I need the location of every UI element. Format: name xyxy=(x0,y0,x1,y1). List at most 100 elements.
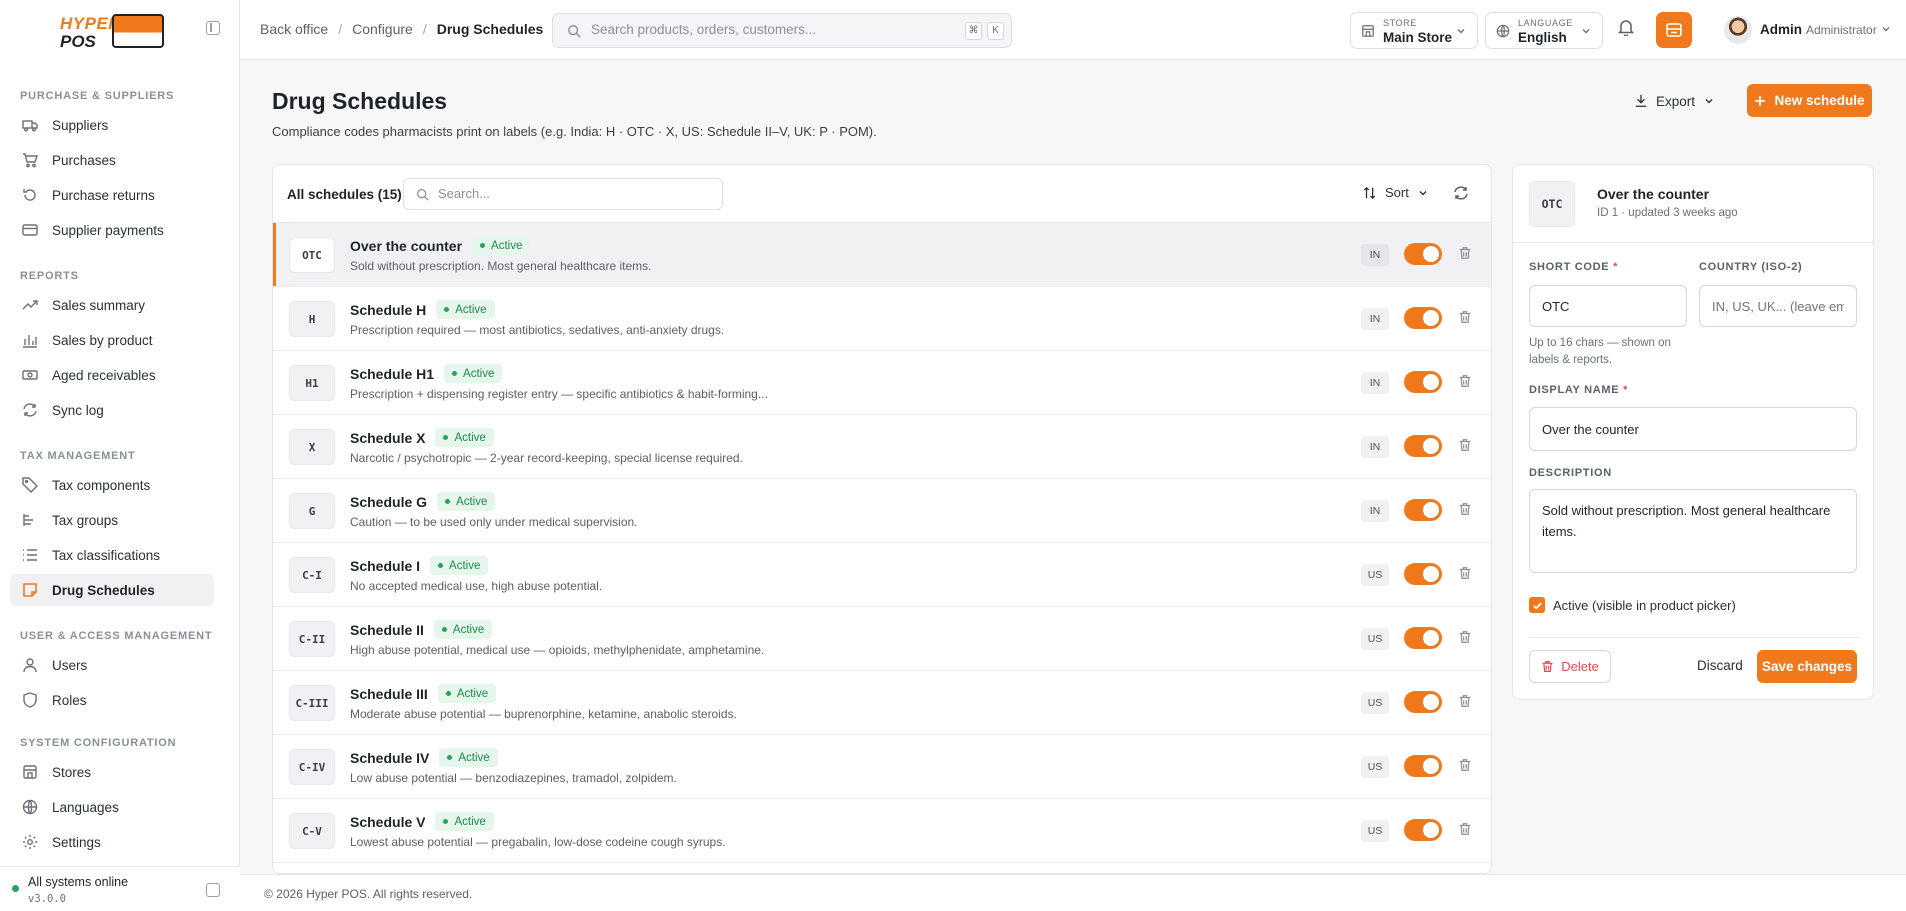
sidebar-item-sales-by-product[interactable]: Sales by product xyxy=(10,324,214,356)
user-name[interactable]: Admin xyxy=(1760,22,1802,37)
breadcrumb-back-office[interactable]: Back office xyxy=(260,21,328,37)
sidebar-item-aged-receivables[interactable]: Aged receivables xyxy=(10,359,214,391)
avatar[interactable] xyxy=(1724,16,1752,44)
brand-logo[interactable]: HYPER POS xyxy=(60,10,166,51)
trash-icon[interactable] xyxy=(1458,502,1472,516)
delete-button[interactable]: Delete xyxy=(1529,650,1611,683)
active-toggle[interactable] xyxy=(1404,691,1442,713)
country-chip: US xyxy=(1361,628,1389,650)
schedule-name-line: Schedule V Active xyxy=(350,812,494,831)
sidebar-collapse-icon[interactable] xyxy=(206,883,220,897)
store-icon xyxy=(22,764,38,780)
table-row[interactable]: X Schedule X Active Narcotic / psychotropic… xyxy=(273,415,1491,479)
sidebar-item-languages[interactable]: Languages xyxy=(10,791,214,823)
trash-icon[interactable] xyxy=(1458,566,1472,580)
table-row[interactable]: G Schedule G Active Caution — to be used on… xyxy=(273,479,1491,543)
trash-icon[interactable] xyxy=(1458,630,1472,644)
status-badge: Active xyxy=(439,748,498,767)
table-row[interactable]: C-V Schedule V Active Lowest abuse potentia… xyxy=(273,799,1491,863)
system-status: All systems online v3.0.0 xyxy=(0,866,240,911)
trash-icon[interactable] xyxy=(1458,374,1472,388)
language-selector[interactable]: LANGUAGE English xyxy=(1485,12,1603,49)
trash-icon[interactable] xyxy=(1458,758,1472,772)
sidebar-item-users[interactable]: Users xyxy=(10,649,214,681)
status-badge: Active xyxy=(437,492,496,511)
active-toggle[interactable] xyxy=(1404,243,1442,265)
discard-button[interactable]: Discard xyxy=(1697,658,1743,673)
active-toggle[interactable] xyxy=(1404,755,1442,777)
table-row[interactable]: OTC Over the counter Active Sold without pr… xyxy=(273,223,1491,287)
table-row[interactable]: C-III Schedule III Active Moderate abuse po… xyxy=(273,671,1491,735)
sidebar-item-purchases[interactable]: Purchases xyxy=(10,144,214,176)
sidebar-item-label: Settings xyxy=(52,834,101,850)
trash-icon[interactable] xyxy=(1458,822,1472,836)
schedule-name: Schedule II xyxy=(350,621,424,638)
sidebar-item-tax-classifications[interactable]: Tax classifications xyxy=(10,539,214,571)
bell-icon[interactable] xyxy=(1618,18,1634,36)
save-changes-button[interactable]: Save changes xyxy=(1757,650,1857,683)
active-toggle[interactable] xyxy=(1404,627,1442,649)
table-row[interactable]: H Schedule H Active Prescription required —… xyxy=(273,287,1491,351)
active-toggle[interactable] xyxy=(1404,819,1442,841)
trash-icon[interactable] xyxy=(1458,246,1472,260)
active-checkbox-row[interactable]: Active (visible in product picker) xyxy=(1529,597,1736,613)
table-row[interactable]: C-IV Schedule IV Active Low abuse potential… xyxy=(273,735,1491,799)
trash-icon[interactable] xyxy=(1458,310,1472,324)
sidebar-item-tax-groups[interactable]: Tax groups xyxy=(10,504,214,536)
sidebar-item-sales-summary[interactable]: Sales summary xyxy=(10,289,214,321)
app-version: v3.0.0 xyxy=(28,893,66,905)
sidebar-item-drug-schedules[interactable]: Drug Schedules xyxy=(10,574,214,606)
return-icon xyxy=(22,187,38,203)
globe-icon xyxy=(22,799,38,815)
schedule-editor: OTC Over the counter ID 1 · updated 3 we… xyxy=(1512,164,1874,700)
search-icon xyxy=(567,24,581,38)
list-toolbar: All schedules (15) Sort xyxy=(273,165,1491,223)
short-code-input[interactable] xyxy=(1529,285,1687,327)
list-search-input[interactable] xyxy=(438,186,708,201)
schedule-name-line: Schedule I Active xyxy=(350,556,489,575)
shortcut-key-k: K xyxy=(987,22,1004,40)
active-toggle[interactable] xyxy=(1404,435,1442,457)
description-textarea[interactable]: Sold without prescription. Most general … xyxy=(1529,489,1857,573)
active-toggle[interactable] xyxy=(1404,499,1442,521)
trash-icon[interactable] xyxy=(1458,438,1472,452)
schedule-description: Moderate abuse potential — buprenorphine… xyxy=(350,707,737,721)
refresh-icon[interactable] xyxy=(1453,185,1469,201)
sidebar-item-roles[interactable]: Roles xyxy=(10,684,214,716)
country-chip: IN xyxy=(1361,436,1389,458)
country-chip: IN xyxy=(1361,244,1389,266)
sidebar-item-tax-components[interactable]: Tax components xyxy=(10,469,214,501)
sidebar-item-label: Tax components xyxy=(52,477,151,493)
active-checkbox[interactable] xyxy=(1529,597,1545,613)
sidebar-item-settings[interactable]: Settings xyxy=(10,826,214,858)
export-button[interactable]: Export xyxy=(1634,86,1715,116)
editor-code-chip: OTC xyxy=(1529,181,1575,227)
country-input[interactable] xyxy=(1699,285,1857,327)
store-selector[interactable]: STORE Main Store xyxy=(1350,12,1478,49)
breadcrumb: Back office / Configure / Drug Schedules xyxy=(260,21,543,37)
pos-register-button[interactable] xyxy=(1656,12,1692,48)
sidebar-item-purchase-returns[interactable]: Purchase returns xyxy=(10,179,214,211)
global-search-input[interactable] xyxy=(591,22,951,37)
breadcrumb-configure[interactable]: Configure xyxy=(352,21,413,37)
display-name-input[interactable] xyxy=(1529,407,1857,451)
table-row[interactable]: C-II Schedule II Active High abuse potentia… xyxy=(273,607,1491,671)
sidebar-item-sync-log[interactable]: Sync log xyxy=(10,394,214,426)
trash-icon xyxy=(1541,660,1554,673)
sidebar-item-suppliers[interactable]: Suppliers xyxy=(10,109,214,141)
active-toggle[interactable] xyxy=(1404,307,1442,329)
new-schedule-button[interactable]: New schedule xyxy=(1747,84,1872,117)
active-toggle[interactable] xyxy=(1404,563,1442,585)
sidebar-item-label: Tax classifications xyxy=(52,547,161,563)
sidebar-collapse-icon[interactable] xyxy=(206,21,220,35)
active-toggle[interactable] xyxy=(1404,371,1442,393)
table-row[interactable]: H1 Schedule H1 Active Prescription + dispen… xyxy=(273,351,1491,415)
trash-icon[interactable] xyxy=(1458,694,1472,708)
truck-icon xyxy=(22,117,38,133)
sidebar-item-stores[interactable]: Stores xyxy=(10,756,214,788)
table-row[interactable]: C-I Schedule I Active No accepted medical u… xyxy=(273,543,1491,607)
chevron-down-icon[interactable] xyxy=(1880,23,1892,35)
schedule-code-chip: X xyxy=(289,429,335,465)
sort-button[interactable]: Sort xyxy=(1363,185,1429,200)
sidebar-item-supplier-payments[interactable]: Supplier payments xyxy=(10,214,214,246)
